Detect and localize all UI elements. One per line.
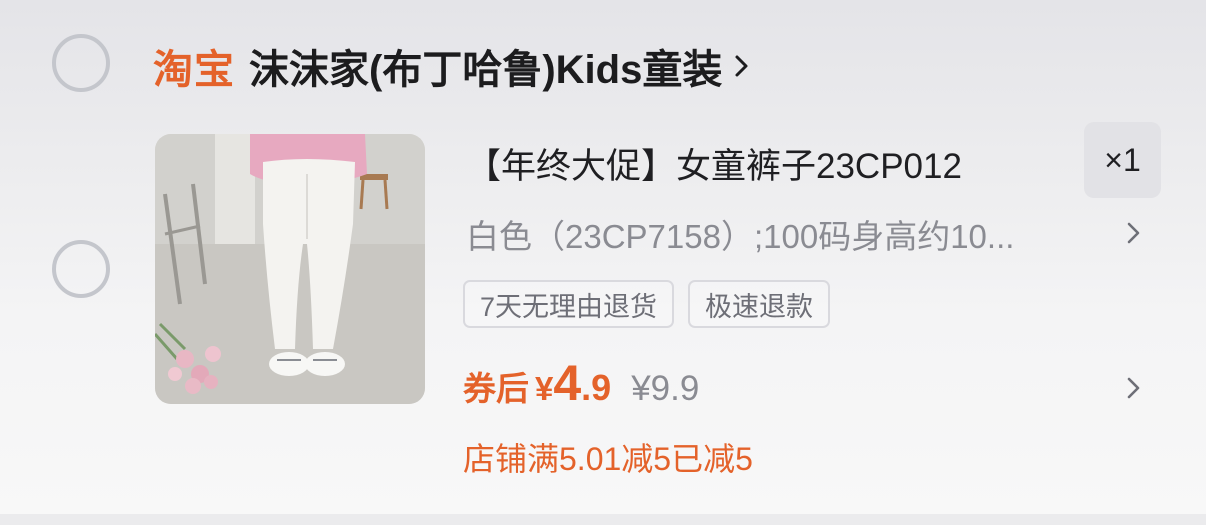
sku-selector[interactable]: 白色（23CP7158）;100码身高约10... (466, 210, 1156, 258)
service-tags: 7天无理由退货 极速退款 (463, 280, 831, 328)
product-photo (155, 134, 425, 404)
price-decimal: .9 (581, 367, 612, 408)
shop-header[interactable]: 淘宝 沫沫家(布丁哈鲁)Kids童装 (153, 38, 752, 94)
cart-item-card: 淘宝 沫沫家(布丁哈鲁)Kids童装 【年终大促】女童裤子23CP012 ×1 … (0, 0, 1206, 514)
sku-text: 白色（23CP7158）;100码身高约10... (466, 218, 1015, 255)
tag-fast-refund: 极速退款 (688, 280, 831, 328)
tag-7day-return: 7天无理由退货 (463, 280, 675, 328)
chevron-right-icon (735, 55, 748, 77)
taobao-brand-label: 淘宝 (153, 48, 235, 92)
coupon-price-label: 券后 (463, 370, 529, 407)
product-title[interactable]: 【年终大促】女童裤子23CP012 (466, 138, 962, 189)
chevron-right-icon (1127, 222, 1140, 244)
price-integer: 4 (553, 355, 582, 411)
shop-name: 沫沫家(布丁哈鲁)Kids童装 (249, 48, 723, 92)
shop-select-radio[interactable] (52, 34, 110, 92)
section-divider (0, 514, 1206, 525)
original-price: ¥9.9 (631, 369, 700, 408)
product-image[interactable] (155, 134, 425, 404)
quantity-badge[interactable]: ×1 (1084, 122, 1161, 198)
item-select-radio[interactable] (52, 240, 110, 298)
shop-discount-note: 店铺满5.01减5已减5 (463, 441, 753, 477)
chevron-right-icon[interactable] (1126, 374, 1142, 402)
price-row: 券后 ¥ 4 .9 ¥9.9 (463, 354, 699, 418)
currency-symbol: ¥ (535, 370, 554, 407)
